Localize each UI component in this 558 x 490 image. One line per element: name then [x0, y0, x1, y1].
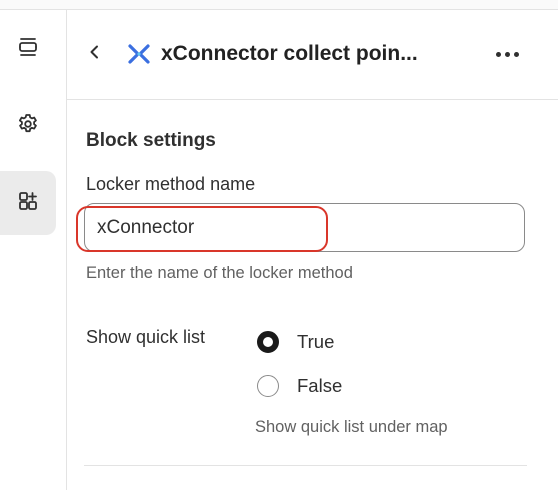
block-settings-panel: xConnector collect poin... Block setting… [67, 10, 558, 490]
radio-button-unchecked[interactable] [257, 375, 279, 397]
apps-add-icon [16, 189, 40, 218]
locker-method-input[interactable] [84, 203, 525, 252]
locker-method-help: Enter the name of the locker method [86, 264, 353, 282]
rail-item-settings[interactable] [0, 94, 56, 158]
radio-option-false[interactable]: False [257, 373, 342, 399]
xconnector-logo-icon [127, 42, 151, 66]
page-title: xConnector collect poin... [161, 42, 418, 65]
rail-item-sections[interactable] [0, 17, 56, 81]
locker-method-label: Locker method name [86, 174, 256, 194]
radio-label-false: False [297, 375, 343, 396]
radio-button-checked[interactable] [257, 331, 279, 353]
radio-option-true[interactable]: True [257, 329, 334, 355]
chevron-left-icon [86, 43, 104, 66]
more-horizontal-icon [495, 51, 519, 57]
quick-list-label: Show quick list [86, 327, 206, 347]
back-button[interactable] [81, 40, 109, 68]
gear-icon [16, 112, 40, 141]
top-bar-edge [0, 0, 558, 10]
panel-header: xConnector collect poin... [67, 10, 558, 100]
section-title: Block settings [86, 130, 216, 151]
rail-item-apps[interactable] [0, 171, 56, 235]
quick-list-help: Show quick list under map [255, 418, 448, 436]
divider [84, 465, 527, 466]
radio-label-true: True [297, 331, 335, 352]
more-actions-button[interactable] [489, 40, 525, 68]
sections-icon [16, 35, 40, 64]
sidebar-rail [0, 10, 67, 490]
